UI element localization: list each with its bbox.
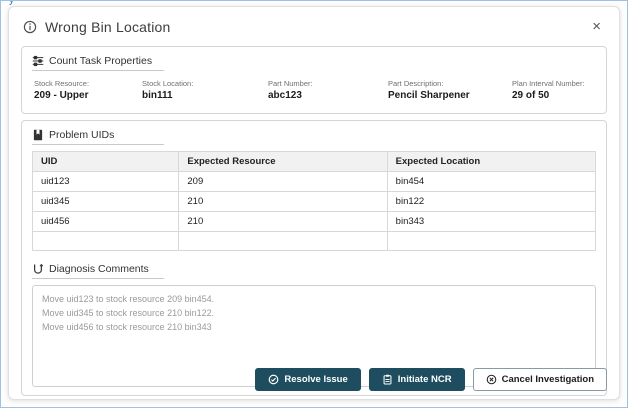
- cell-uid: [31, 231, 180, 251]
- cell-uid: uid456: [31, 211, 180, 232]
- diagnosis-comments-icon: [32, 263, 44, 275]
- cell-expected-location: bin122: [386, 191, 597, 212]
- field-stock-resource: Stock Resource: 209 - Upper: [34, 79, 142, 101]
- field-label: Part Description:: [388, 79, 444, 88]
- table-row[interactable]: uid123 209 bin454: [31, 171, 597, 192]
- cell-expected-resource: 209: [178, 171, 388, 192]
- diagnosis-comments-header: Diagnosis Comments: [32, 261, 596, 278]
- resolve-issue-label: Resolve Issue: [284, 374, 348, 385]
- problem-uids-table: UID Expected Resource Expected Location …: [31, 151, 597, 251]
- cell-expected-resource: [178, 231, 388, 251]
- cell-expected-location: bin343: [386, 211, 597, 232]
- dialog-header: Wrong Bin Location ×: [9, 7, 619, 42]
- cancel-investigation-label: Cancel Investigation: [501, 374, 594, 385]
- field-part-number: Part Number: abc123: [268, 79, 388, 101]
- field-label: Part Number:: [268, 79, 313, 88]
- initiate-ncr-label: Initiate NCR: [397, 374, 452, 385]
- table-row-empty[interactable]: [31, 231, 597, 251]
- column-header-uid: UID: [31, 151, 180, 172]
- dialog-footer: Resolve Issue Initiate NCR Cancel Invest…: [255, 368, 607, 391]
- field-part-description: Part Description: Pencil Sharpener: [388, 79, 512, 101]
- cell-uid: uid123: [31, 171, 180, 192]
- field-value: bin111: [142, 90, 173, 101]
- field-value: abc123: [268, 90, 302, 101]
- section-divider: [32, 144, 164, 145]
- cell-expected-location: bin454: [386, 171, 597, 192]
- cell-uid: uid345: [31, 191, 180, 212]
- resolve-issue-icon: [268, 374, 279, 385]
- column-header-expected-resource: Expected Resource: [178, 151, 388, 172]
- info-icon: [23, 20, 37, 34]
- field-value: 29 of 50: [512, 90, 550, 101]
- cancel-investigation-icon: [486, 374, 497, 385]
- table-row[interactable]: uid456 210 bin343: [31, 211, 597, 232]
- field-value: 209 - Upper: [34, 90, 89, 101]
- initiate-ncr-button[interactable]: Initiate NCR: [368, 368, 465, 391]
- problem-uids-title: Problem UIDs: [49, 129, 115, 141]
- field-label: Stock Location:: [142, 79, 194, 88]
- cancel-investigation-button[interactable]: Cancel Investigation: [472, 368, 607, 391]
- problem-uids-header: Problem UIDs: [32, 127, 596, 144]
- field-label: Plan Interval Number:: [512, 79, 585, 88]
- problem-uids-icon: [32, 129, 44, 141]
- problem-details-section: Problem UIDs UID Expected Resource Expec…: [21, 120, 607, 396]
- section-divider: [32, 278, 164, 279]
- wrong-bin-location-dialog: Wrong Bin Location × Count Task Properti…: [8, 6, 620, 400]
- section-divider: [32, 70, 164, 71]
- diagnosis-comments-title: Diagnosis Comments: [49, 263, 149, 275]
- cell-expected-resource: 210: [178, 191, 388, 212]
- count-task-fields: Stock Resource: 209 - Upper Stock Locati…: [32, 77, 596, 105]
- field-value: Pencil Sharpener: [388, 90, 470, 101]
- column-header-expected-location: Expected Location: [386, 151, 597, 172]
- resolve-issue-button[interactable]: Resolve Issue: [255, 368, 361, 391]
- count-task-properties-icon: [32, 55, 44, 67]
- initiate-ncr-icon: [382, 374, 393, 385]
- table-row[interactable]: uid345 210 bin122: [31, 191, 597, 212]
- count-task-properties-title: Count Task Properties: [49, 55, 153, 67]
- cell-expected-location: [386, 231, 597, 251]
- count-task-properties-section: Count Task Properties Stock Resource: 20…: [21, 46, 607, 114]
- field-plan-interval-number: Plan Interval Number: 29 of 50: [512, 79, 594, 101]
- count-task-properties-header: Count Task Properties: [32, 53, 596, 70]
- page: y Wrong Bin Location × Count Task Proper…: [0, 0, 628, 408]
- cell-expected-resource: 210: [178, 211, 388, 232]
- field-label: Stock Resource:: [34, 79, 90, 88]
- table-header-row: UID Expected Resource Expected Location: [31, 151, 597, 172]
- field-stock-location: Stock Location: bin111: [142, 79, 268, 101]
- dialog-title: Wrong Bin Location: [45, 18, 171, 35]
- close-icon[interactable]: ×: [588, 17, 605, 36]
